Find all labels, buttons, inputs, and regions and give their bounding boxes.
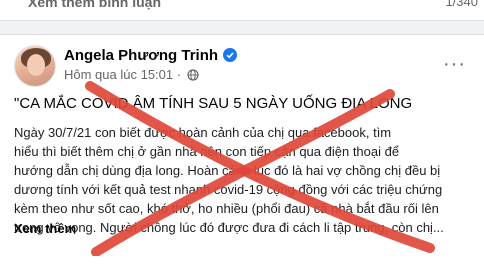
previous-post-footer: Xem thêm bình luận 1/340 xyxy=(0,0,484,21)
post-headline: "CA MẮC COVID ÂM TÍNH SAU 5 NGÀY UỐNG ĐỊ… xyxy=(14,95,413,112)
post-body-line: hiểu thì biết thêm chị ở gần nhà nên con… xyxy=(14,144,400,159)
post-body-line: kèm theo như sốt cao, khó thở, ho nhiều … xyxy=(14,201,439,216)
avatar[interactable] xyxy=(14,45,56,87)
author-name[interactable]: Angela Phương Trinh xyxy=(64,47,218,64)
post-meta: Hôm qua lúc 15:01 · xyxy=(64,67,199,84)
author-name-row: Angela Phương Trinh xyxy=(64,47,238,64)
see-more-link[interactable]: Xem thêm xyxy=(14,221,76,236)
post-body: Ngày 30/7/21 con biết được hoàn cảnh của… xyxy=(14,123,476,237)
post-body-line: trong vô vọng. Người chồng lúc đó được đ… xyxy=(14,220,444,235)
post-body-line: Ngày 30/7/21 con biết được hoàn cảnh của… xyxy=(14,125,392,140)
view-more-comments-link[interactable]: Xem thêm bình luận xyxy=(28,0,161,10)
more-options-icon[interactable]: ··· xyxy=(443,53,466,76)
post-timestamp[interactable]: Hôm qua lúc 15:01 xyxy=(64,67,173,82)
globe-icon xyxy=(187,69,199,84)
verified-badge-icon xyxy=(223,48,238,62)
post-card: Angela Phương Trinh Hôm qua lúc 15:01 · … xyxy=(0,34,484,265)
comment-count: 1/340 xyxy=(445,0,478,9)
post-body-line: hướng dẫn chị dùng địa long. Hoàn cảnh l… xyxy=(14,163,441,178)
post-body-line: dương tính với kết quả test nhanh covid-… xyxy=(14,182,443,197)
